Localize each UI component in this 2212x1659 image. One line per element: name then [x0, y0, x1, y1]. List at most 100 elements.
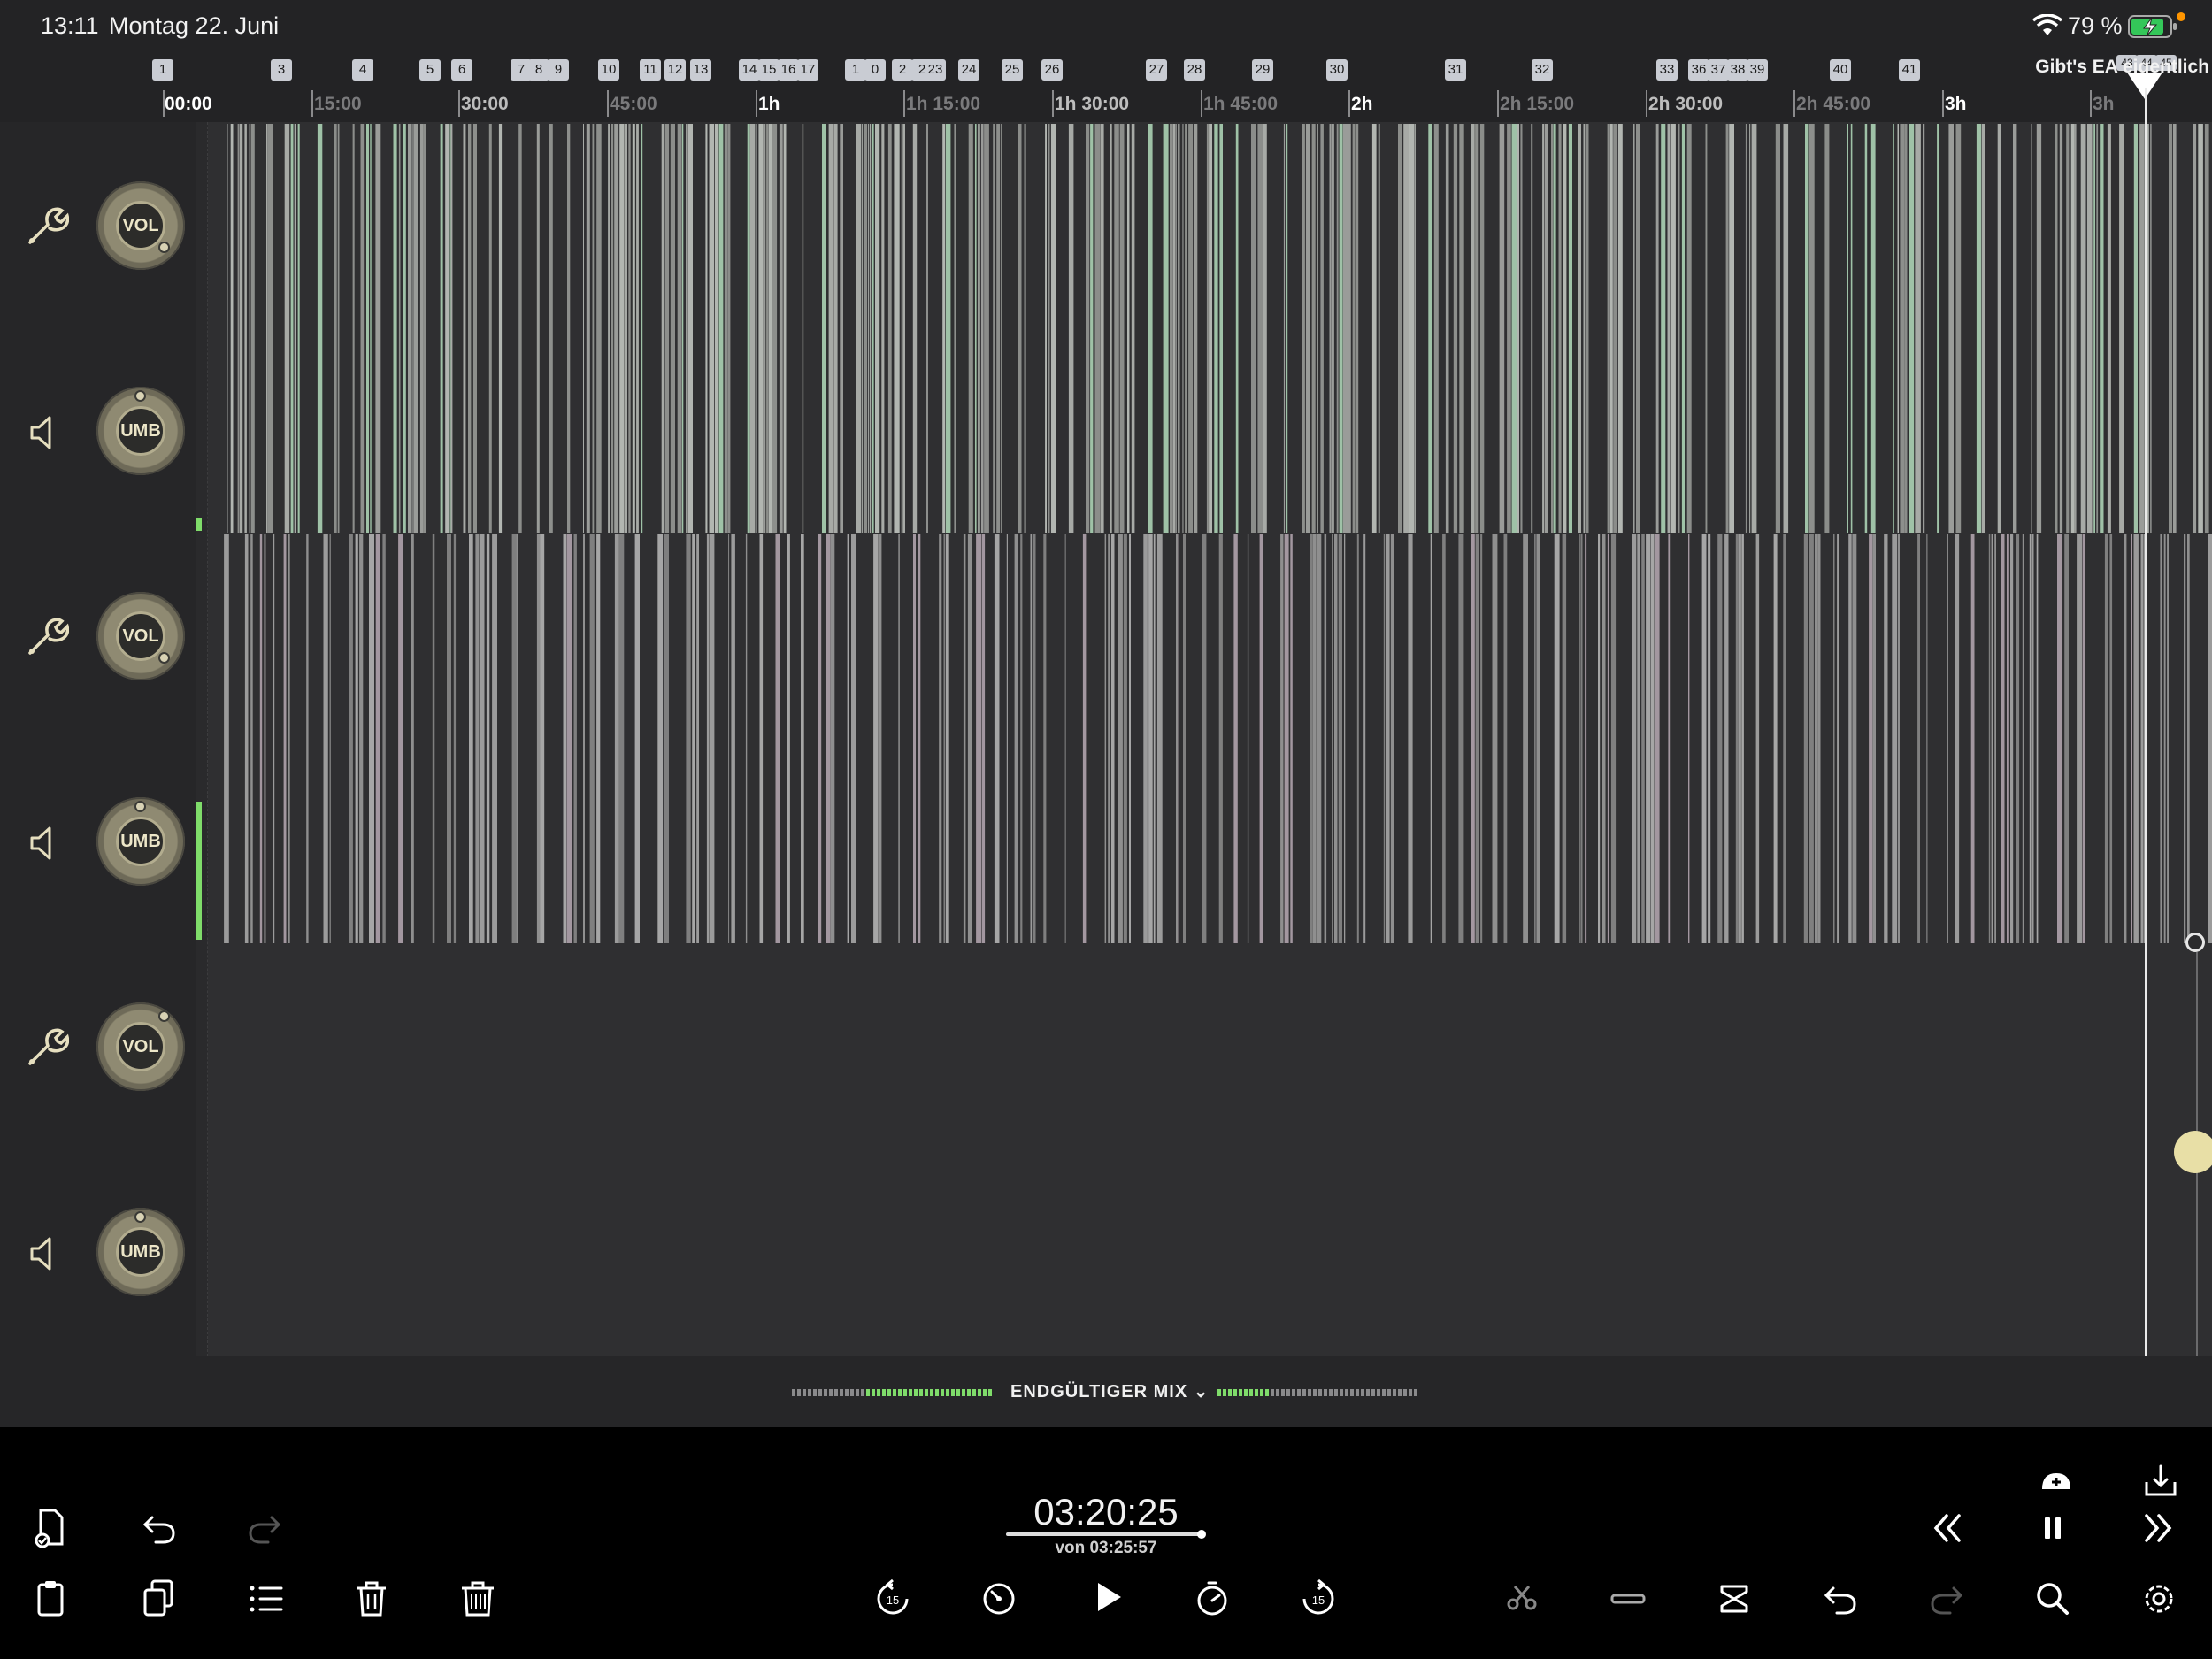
speed-icon[interactable] — [978, 1578, 1020, 1620]
file-check-icon[interactable] — [30, 1507, 73, 1549]
meter-segment — [824, 1389, 827, 1396]
chapter-marker[interactable]: 11 — [640, 59, 661, 81]
chapter-marker[interactable]: 2 — [892, 59, 913, 81]
speaker-icon[interactable] — [19, 1230, 67, 1278]
chapter-marker[interactable]: 30 — [1326, 59, 1348, 81]
redo-icon[interactable] — [243, 1507, 286, 1549]
chapter-marker[interactable]: 37 — [1708, 59, 1729, 81]
export-icon[interactable] — [2139, 1463, 2182, 1505]
waveform-segment — [1633, 124, 1635, 533]
settings-icon[interactable] — [2138, 1578, 2180, 1620]
ducking-knob[interactable]: UMB — [96, 387, 185, 475]
chapter-marker[interactable]: 0 — [864, 59, 886, 81]
timeline-tracks[interactable] — [196, 122, 2212, 1356]
waveform-segment — [783, 124, 787, 533]
chapter-marker[interactable]: 32 — [1532, 59, 1553, 81]
chapter-marker[interactable]: 23 — [925, 59, 946, 81]
playhead-line[interactable] — [2145, 88, 2147, 1356]
chapter-marker[interactable]: 16 — [778, 59, 799, 81]
split-icon[interactable] — [1713, 1578, 1755, 1620]
speaker-icon[interactable] — [19, 819, 67, 867]
chapter-marker[interactable]: 33 — [1656, 59, 1678, 81]
chapter-marker[interactable]: 17 — [797, 59, 818, 81]
playback-progress-bar[interactable] — [1006, 1530, 1206, 1539]
meter-segment — [818, 1389, 822, 1396]
speaker-icon[interactable] — [19, 409, 67, 457]
chapter-marker[interactable]: 41 — [1899, 59, 1920, 81]
waveform-track-2[interactable] — [209, 534, 2212, 943]
waveform-segment — [1864, 124, 1868, 533]
chapter-marker[interactable]: 25 — [1002, 59, 1023, 81]
chapter-marker[interactable]: 31 — [1445, 59, 1466, 81]
chapter-marker[interactable]: 36 — [1688, 59, 1709, 81]
waveform-track-3-empty[interactable] — [209, 945, 2212, 1356]
redo-edit-icon[interactable] — [1925, 1578, 1968, 1620]
waveform-segment — [432, 534, 435, 943]
waveform-segment — [759, 534, 764, 943]
delete-icon[interactable] — [350, 1578, 393, 1620]
waveform-segment — [1717, 534, 1723, 943]
ruler-label: 2h 30:00 — [1648, 94, 1724, 114]
chapter-marker[interactable]: 14 — [739, 59, 760, 81]
ducking-knob[interactable]: UMB — [96, 797, 185, 886]
waveform-track-1[interactable] — [209, 124, 2212, 533]
chapter-marker[interactable]: 40 — [1830, 59, 1851, 81]
chapter-marker[interactable]: 13 — [690, 59, 711, 81]
wrench-icon[interactable] — [21, 612, 69, 660]
paste-icon[interactable] — [30, 1578, 73, 1620]
chapter-marker[interactable]: 5 — [419, 59, 441, 81]
scroll-indicator-icon[interactable] — [2185, 933, 2205, 952]
chapter-marker[interactable]: 29 — [1252, 59, 1273, 81]
chapter-marker[interactable]: 12 — [664, 59, 686, 81]
progress-thumb[interactable] — [1197, 1530, 1206, 1539]
chapter-marker[interactable]: 9 — [548, 59, 569, 81]
waveform-segment — [2066, 124, 2070, 533]
chapter-marker[interactable]: 8 — [528, 59, 549, 81]
delete-all-icon[interactable] — [457, 1578, 499, 1620]
wrench-icon[interactable] — [21, 1023, 69, 1071]
chapter-marker[interactable]: 26 — [1041, 59, 1063, 81]
chapter-marker[interactable]: 3 — [271, 59, 292, 81]
skip-forward-15-icon[interactable]: 15 — [1297, 1578, 1340, 1620]
waveform-segment — [1681, 124, 1685, 533]
trim-icon[interactable] — [1607, 1578, 1649, 1620]
volume-knob[interactable]: VOL — [96, 1002, 185, 1091]
mix-selector[interactable]: ENDGÜLTIGER MIX ⌄ — [1010, 1380, 1210, 1402]
chapter-marker[interactable]: 1 — [845, 59, 866, 81]
waveform-segment — [1206, 124, 1209, 533]
chapter-list-icon[interactable] — [244, 1578, 287, 1620]
vertical-scroll-handle[interactable] — [2174, 1131, 2212, 1173]
chapter-marker[interactable]: 15 — [758, 59, 780, 81]
chapter-marker[interactable]: 1 — [152, 59, 173, 81]
undo-edit-icon[interactable] — [1819, 1578, 1862, 1620]
chapter-marker[interactable]: 27 — [1146, 59, 1167, 81]
ruler-tick — [1793, 90, 1795, 117]
waveform-segment — [1068, 124, 1074, 533]
waveform-segment — [1805, 124, 1809, 533]
volume-knob[interactable]: VOL — [96, 592, 185, 680]
play-icon[interactable] — [1086, 1576, 1128, 1618]
cut-icon[interactable] — [1501, 1578, 1543, 1620]
undo-icon[interactable] — [138, 1507, 180, 1549]
chapter-marker[interactable]: 28 — [1184, 59, 1205, 81]
copy-icon[interactable] — [138, 1578, 180, 1620]
timer-icon[interactable] — [1191, 1578, 1233, 1620]
wrench-icon[interactable] — [21, 202, 69, 250]
waveform-segment — [419, 124, 424, 533]
ducking-knob[interactable]: UMB — [96, 1208, 185, 1296]
chapter-marker[interactable]: 10 — [598, 59, 619, 81]
rewind-icon[interactable] — [1925, 1507, 1968, 1549]
waveform-segment — [954, 124, 956, 533]
fast-forward-icon[interactable] — [2138, 1507, 2180, 1549]
add-marker-icon[interactable] — [2035, 1463, 2078, 1505]
volume-knob[interactable]: VOL — [96, 181, 185, 270]
chapter-marker[interactable]: 24 — [958, 59, 979, 81]
chapter-marker[interactable]: 38 — [1727, 59, 1748, 81]
chapter-marker[interactable]: 39 — [1747, 59, 1768, 81]
timeline-ruler[interactable]: 00:00 15:00 30:00 45:00 1h 1h 15:00 1h 3… — [0, 87, 2212, 123]
pause-icon[interactable] — [2032, 1507, 2074, 1549]
chapter-marker[interactable]: 6 — [451, 59, 472, 81]
search-icon[interactable] — [2032, 1578, 2074, 1620]
skip-back-15-icon[interactable]: 15 — [872, 1578, 914, 1620]
chapter-marker[interactable]: 4 — [352, 59, 373, 81]
